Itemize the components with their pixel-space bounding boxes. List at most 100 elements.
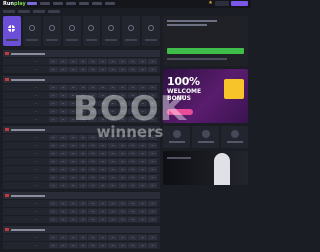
odds-button[interactable]: —	[148, 167, 158, 172]
odds-button[interactable]: —	[128, 135, 138, 140]
odds-button[interactable]: —	[128, 167, 138, 172]
odds-button[interactable]: —	[98, 101, 108, 106]
odds-button[interactable]: —	[48, 175, 58, 180]
odds-button[interactable]: —	[118, 117, 128, 122]
sub-tab[interactable]	[33, 10, 45, 13]
odds-button[interactable]: —	[148, 183, 158, 188]
odds-button[interactable]: —	[78, 85, 88, 90]
odds-button[interactable]: —	[58, 243, 68, 248]
sub-tab[interactable]	[48, 10, 60, 13]
star-icon[interactable]: ★	[208, 1, 213, 6]
odds-button[interactable]: —	[88, 59, 98, 64]
odds-button[interactable]: —	[88, 217, 98, 222]
odds-button[interactable]: —	[58, 109, 68, 114]
odds-button[interactable]: —	[78, 109, 88, 114]
odds-button[interactable]: —	[68, 93, 78, 98]
odds-button[interactable]: —	[138, 183, 148, 188]
odds-button[interactable]: —	[98, 67, 108, 72]
register-button[interactable]	[231, 1, 248, 6]
odds-button[interactable]: —	[108, 117, 118, 122]
odds-button[interactable]: —	[58, 67, 68, 72]
odds-button[interactable]: —	[128, 183, 138, 188]
odds-button[interactable]: —	[108, 167, 118, 172]
odds-button[interactable]: —	[128, 159, 138, 164]
league-header[interactable]	[3, 226, 160, 233]
odds-button[interactable]: —	[88, 201, 98, 206]
odds-button[interactable]: —	[78, 151, 88, 156]
odds-button[interactable]: —	[98, 159, 108, 164]
odds-button[interactable]: —	[58, 209, 68, 214]
nav-item-live[interactable]	[40, 2, 50, 5]
odds-button[interactable]: —	[128, 151, 138, 156]
odds-button[interactable]: —	[98, 151, 108, 156]
odds-button[interactable]: —	[78, 209, 88, 214]
league-header[interactable]	[3, 192, 160, 199]
odds-button[interactable]: —	[98, 201, 108, 206]
odds-button[interactable]: —	[148, 143, 158, 148]
odds-button[interactable]: —	[128, 217, 138, 222]
odds-button[interactable]: —	[148, 101, 158, 106]
odds-button[interactable]: —	[68, 235, 78, 240]
odds-button[interactable]: —	[48, 167, 58, 172]
odds-button[interactable]: —	[48, 183, 58, 188]
match-row[interactable]: — — — — — — — — — — — —	[3, 165, 160, 173]
odds-button[interactable]: —	[58, 183, 68, 188]
league-header[interactable]	[3, 50, 160, 57]
odds-button[interactable]: —	[88, 67, 98, 72]
odds-button[interactable]: —	[128, 143, 138, 148]
sub-tab[interactable]	[18, 10, 30, 13]
odds-button[interactable]: —	[108, 235, 118, 240]
odds-button[interactable]: —	[148, 159, 158, 164]
odds-button[interactable]: —	[98, 235, 108, 240]
odds-button[interactable]: —	[68, 101, 78, 106]
odds-button[interactable]: —	[88, 135, 98, 140]
odds-button[interactable]: —	[48, 59, 58, 64]
odds-button[interactable]: —	[58, 59, 68, 64]
odds-button[interactable]: —	[98, 167, 108, 172]
odds-button[interactable]: —	[78, 217, 88, 222]
odds-button[interactable]: —	[128, 85, 138, 90]
odds-button[interactable]: —	[78, 183, 88, 188]
sport-tile[interactable]	[22, 16, 41, 46]
sport-tile[interactable]	[102, 16, 121, 46]
odds-button[interactable]: —	[98, 59, 108, 64]
odds-button[interactable]: —	[108, 143, 118, 148]
odds-button[interactable]: —	[58, 235, 68, 240]
odds-button[interactable]: —	[48, 93, 58, 98]
odds-button[interactable]: —	[78, 143, 88, 148]
odds-button[interactable]: —	[138, 175, 148, 180]
odds-button[interactable]: —	[98, 183, 108, 188]
odds-button[interactable]: —	[108, 67, 118, 72]
odds-button[interactable]: —	[128, 101, 138, 106]
odds-button[interactable]: —	[138, 243, 148, 248]
odds-button[interactable]: —	[118, 143, 128, 148]
odds-button[interactable]: —	[118, 201, 128, 206]
odds-button[interactable]: —	[138, 159, 148, 164]
odds-button[interactable]: —	[48, 209, 58, 214]
odds-button[interactable]: —	[118, 183, 128, 188]
odds-button[interactable]: —	[48, 117, 58, 122]
odds-button[interactable]: —	[48, 151, 58, 156]
odds-button[interactable]: —	[148, 135, 158, 140]
odds-button[interactable]: —	[68, 175, 78, 180]
odds-button[interactable]: —	[118, 167, 128, 172]
odds-button[interactable]: —	[128, 201, 138, 206]
odds-button[interactable]: —	[58, 217, 68, 222]
odds-button[interactable]: —	[118, 109, 128, 114]
feature-card[interactable]	[221, 126, 248, 148]
odds-button[interactable]: —	[68, 167, 78, 172]
nav-item-more[interactable]	[105, 2, 115, 5]
odds-button[interactable]: —	[108, 175, 118, 180]
odds-button[interactable]: —	[148, 209, 158, 214]
odds-button[interactable]: —	[88, 117, 98, 122]
odds-button[interactable]: —	[148, 109, 158, 114]
odds-button[interactable]: —	[98, 117, 108, 122]
odds-button[interactable]: —	[138, 135, 148, 140]
odds-button[interactable]: —	[48, 85, 58, 90]
odds-button[interactable]: —	[78, 159, 88, 164]
match-row[interactable]: — — — — — — — — — — — —	[3, 207, 160, 215]
odds-button[interactable]: —	[88, 243, 98, 248]
odds-button[interactable]: —	[68, 243, 78, 248]
login-button[interactable]	[215, 1, 229, 6]
odds-button[interactable]: —	[48, 201, 58, 206]
